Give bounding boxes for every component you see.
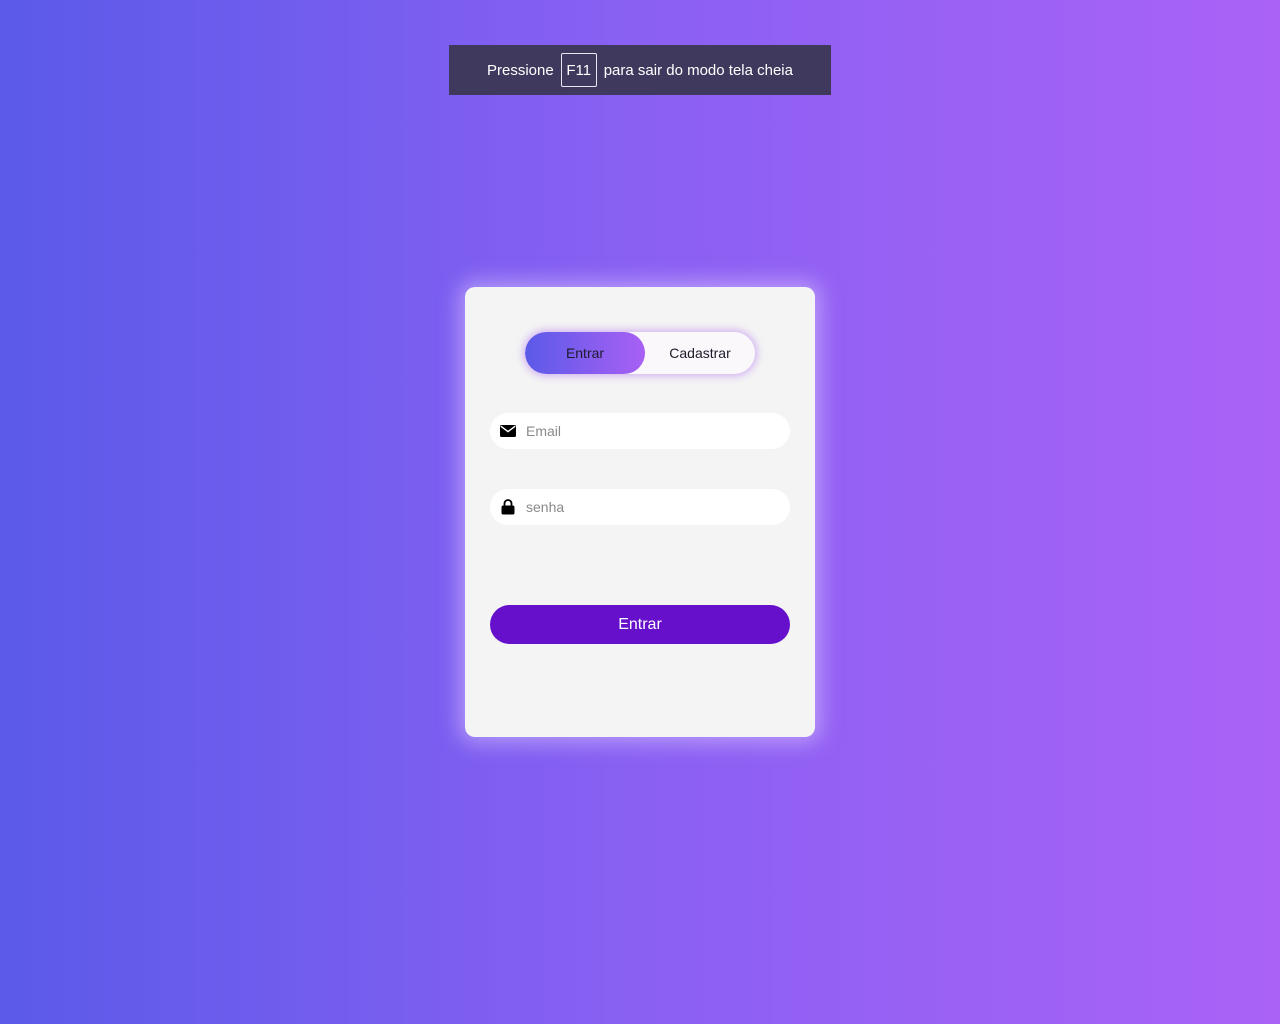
email-field-wrapper: [490, 413, 790, 449]
email-input[interactable]: [526, 423, 776, 439]
f11-key: F11: [560, 53, 597, 87]
fullscreen-notice: Pressione F11 para sair do modo tela che…: [449, 45, 831, 95]
envelope-icon: [500, 423, 516, 439]
fullscreen-notice-prefix: Pressione: [487, 61, 554, 79]
login-tab[interactable]: Entrar: [525, 332, 645, 374]
fullscreen-notice-suffix: para sair do modo tela cheia: [603, 61, 793, 79]
auth-mode-toggle: Entrar Cadastrar: [525, 332, 755, 374]
submit-button[interactable]: Entrar: [490, 605, 790, 644]
register-tab[interactable]: Cadastrar: [645, 332, 755, 374]
password-input[interactable]: [526, 499, 776, 515]
password-field-wrapper: [490, 489, 790, 525]
lock-icon: [500, 499, 516, 515]
auth-card: Entrar Cadastrar Entrar: [465, 287, 815, 737]
